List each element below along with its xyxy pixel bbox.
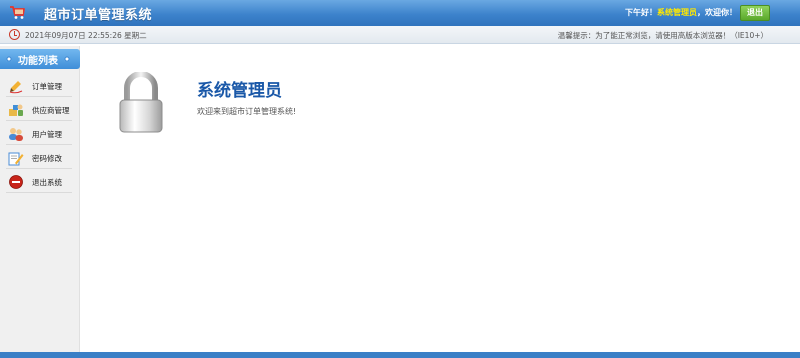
sidebar-item-label: 供应商管理 [32, 106, 70, 115]
info-bar: 2021年09月07日 22:55:26 星期二 温馨提示：为了能正常浏览，请使… [0, 26, 800, 44]
sidebar-heading-label: 功能列表 [18, 56, 58, 67]
shopping-cart-icon [10, 6, 25, 19]
sidebar-item-users[interactable]: 用户管理 [6, 125, 72, 145]
exit-icon [9, 175, 23, 189]
sidebar-item-label: 订单管理 [32, 82, 62, 91]
sidebar-item-orders[interactable]: 订单管理 [6, 77, 72, 97]
current-username: 系统管理员 [657, 8, 697, 17]
welcome-title: 系统管理员 [197, 81, 282, 101]
sidebar-item-exit[interactable]: 退出系统 [6, 173, 72, 193]
lock-icon [119, 72, 163, 133]
supplier-icon [9, 104, 23, 116]
browser-tip: 温馨提示：为了能正常浏览，请使用高版本浏览器！（IE10+） [557, 31, 768, 40]
greeting-suffix: ，欢迎你！ [697, 8, 737, 17]
greeting-prefix: 下午好！ [625, 8, 657, 17]
current-datetime: 2021年09月07日 22:55:26 星期二 [25, 31, 147, 40]
bullet-icon [64, 56, 70, 62]
sidebar-item-label: 退出系统 [32, 178, 62, 187]
sidebar: 功能列表 订单管理 供应商管理 用户管理 密码修改 退出系统 [0, 46, 80, 352]
bullet-icon [6, 56, 12, 62]
password-edit-icon [8, 152, 24, 166]
top-header: 超市订单管理系统 下午好！系统管理员，欢迎你！ 退出 [0, 0, 800, 26]
sidebar-item-label: 密码修改 [32, 154, 62, 163]
sidebar-item-label: 用户管理 [32, 130, 62, 139]
app-title: 超市订单管理系统 [44, 8, 153, 23]
users-icon [9, 128, 23, 141]
welcome-message: 欢迎来到超市订单管理系统! [197, 107, 297, 116]
sidebar-item-suppliers[interactable]: 供应商管理 [6, 101, 72, 121]
logout-button[interactable]: 退出 [740, 5, 770, 21]
footer-bar [0, 352, 800, 358]
greeting: 下午好！系统管理员，欢迎你！ [625, 7, 737, 18]
order-icon [9, 81, 23, 94]
clock-icon [9, 29, 20, 40]
sidebar-item-password[interactable]: 密码修改 [6, 149, 72, 169]
sidebar-heading: 功能列表 [0, 49, 80, 69]
